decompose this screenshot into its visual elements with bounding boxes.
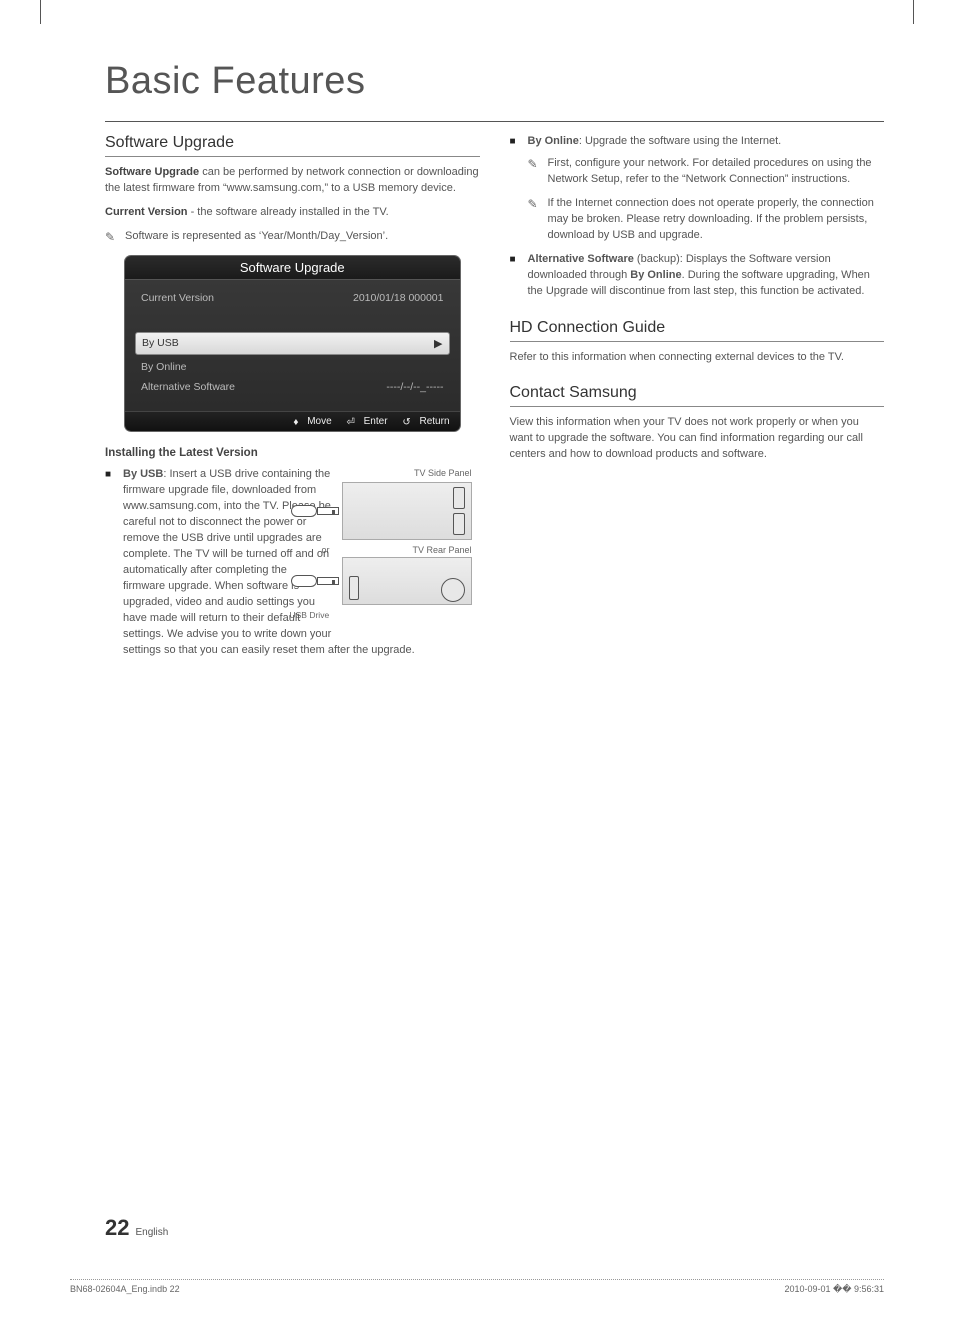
bold-by-online: By Online xyxy=(528,135,579,147)
bullet-alternative-software: ■ Alternative Software (backup): Display… xyxy=(510,252,885,300)
bold-software-upgrade: Software Upgrade xyxy=(105,166,199,178)
bold-by-usb: By USB xyxy=(123,468,163,480)
osd-label-by-usb: By USB xyxy=(142,337,179,350)
diagram-caption-side: TV Side Panel xyxy=(342,467,472,480)
contact-samsung-text: View this information when your TV does … xyxy=(510,415,885,463)
osd-value-current: 2010/01/18 000001 xyxy=(353,292,444,304)
right-column: ■ By Online: Upgrade the software using … xyxy=(510,134,885,664)
section-heading-contact-samsung: Contact Samsung xyxy=(510,384,885,402)
print-metadata-line: BN68-02604A_Eng.indb 22 2010-09-01 �� 9:… xyxy=(70,1279,884,1295)
title-rule xyxy=(105,121,884,122)
subheading-install-latest: Installing the Latest Version xyxy=(105,447,480,459)
note-text: Software is represented as ‘Year/Month/D… xyxy=(125,229,388,246)
osd-row-by-usb[interactable]: By USB ▶ xyxy=(135,332,450,355)
usb-drive-graphic-top xyxy=(291,505,339,517)
osd-row-by-online[interactable]: By Online xyxy=(135,357,450,377)
play-icon: ▶ xyxy=(434,337,442,350)
note-configure-network: ✎ First, configure your network. For det… xyxy=(528,156,885,188)
osd-footer-return: Return xyxy=(419,416,449,427)
note-text-broken: If the Internet connection does not oper… xyxy=(548,196,885,244)
port-usb-side xyxy=(453,513,465,535)
osd-row-alt-software[interactable]: Alternative Software ----/--/--_----- xyxy=(135,377,450,397)
osd-value-alt: ----/--/--_----- xyxy=(386,381,443,393)
osd-footer-move: Move xyxy=(307,416,331,427)
section-rule xyxy=(510,341,885,342)
bullet-by-usb: ■ TV Side Panel xyxy=(105,467,480,658)
section-heading-software-upgrade: Software Upgrade xyxy=(105,134,480,152)
osd-title: Software Upgrade xyxy=(125,256,460,280)
osd-label-alt: Alternative Software xyxy=(141,381,235,393)
section-rule xyxy=(105,156,480,157)
page-footer: 22 English xyxy=(105,1215,168,1241)
section-heading-hd-connection: HD Connection Guide xyxy=(510,319,885,337)
page-title: Basic Features xyxy=(105,60,884,103)
page-language: English xyxy=(135,1227,168,1238)
usb-diagram: TV Side Panel or TV Rear Panel xyxy=(342,467,472,621)
bold-alternative-software: Alternative Software xyxy=(528,253,634,265)
text-current-version-rest: - the software already installed in the … xyxy=(188,206,389,218)
section-rule xyxy=(510,406,885,407)
note-icon: ✎ xyxy=(105,229,119,246)
return-icon: ↺ xyxy=(402,417,410,428)
text-by-online-rest: : Upgrade the software using the Interne… xyxy=(579,135,781,147)
port-hdmi xyxy=(453,487,465,509)
tv-rear-panel-box xyxy=(342,557,472,605)
software-upgrade-desc: Software Upgrade can be performed by net… xyxy=(105,165,480,197)
crop-marks xyxy=(0,0,954,30)
port-rear-round xyxy=(441,578,465,602)
note-connection-broken: ✎ If the Internet connection does not op… xyxy=(528,196,885,244)
osd-footer: ♦ Move ⏎ Enter ↺ Return xyxy=(125,411,460,431)
left-column: Software Upgrade Software Upgrade can be… xyxy=(105,134,480,664)
square-bullet-icon: ■ xyxy=(510,253,520,300)
note-version-format: ✎ Software is represented as ‘Year/Month… xyxy=(105,229,480,246)
osd-row-current-version: Current Version 2010/01/18 000001 xyxy=(135,288,450,308)
print-timestamp: 2010-09-01 �� 9:56:31 xyxy=(784,1284,884,1295)
bold-by-online-inline: By Online xyxy=(630,269,681,281)
square-bullet-icon: ■ xyxy=(105,468,115,658)
osd-footer-enter: Enter xyxy=(364,416,388,427)
bullet-by-online: ■ By Online: Upgrade the software using … xyxy=(510,134,885,150)
diagram-caption-rear: TV Rear Panel xyxy=(412,544,471,557)
osd-label-by-online: By Online xyxy=(141,361,187,373)
enter-icon: ⏎ xyxy=(346,417,354,428)
bold-current-version: Current Version xyxy=(105,206,188,218)
square-bullet-icon: ■ xyxy=(510,135,520,150)
current-version-desc: Current Version - the software already i… xyxy=(105,205,480,221)
indb-filename: BN68-02604A_Eng.indb 22 xyxy=(70,1284,180,1295)
note-icon: ✎ xyxy=(528,156,542,188)
page-number: 22 xyxy=(105,1215,129,1241)
note-icon: ✎ xyxy=(528,196,542,244)
hd-connection-text: Refer to this information when connectin… xyxy=(510,350,885,366)
updown-icon: ♦ xyxy=(293,417,298,428)
port-rear-1 xyxy=(349,576,359,600)
note-text-configure: First, configure your network. For detai… xyxy=(548,156,885,188)
usb-drive-graphic-bottom xyxy=(291,575,339,587)
tv-side-panel-box xyxy=(342,482,472,540)
osd-software-upgrade: Software Upgrade Current Version 2010/01… xyxy=(125,256,460,431)
osd-label-current: Current Version xyxy=(141,292,214,304)
diagram-usb-drive-label: USB Drive xyxy=(290,609,472,621)
